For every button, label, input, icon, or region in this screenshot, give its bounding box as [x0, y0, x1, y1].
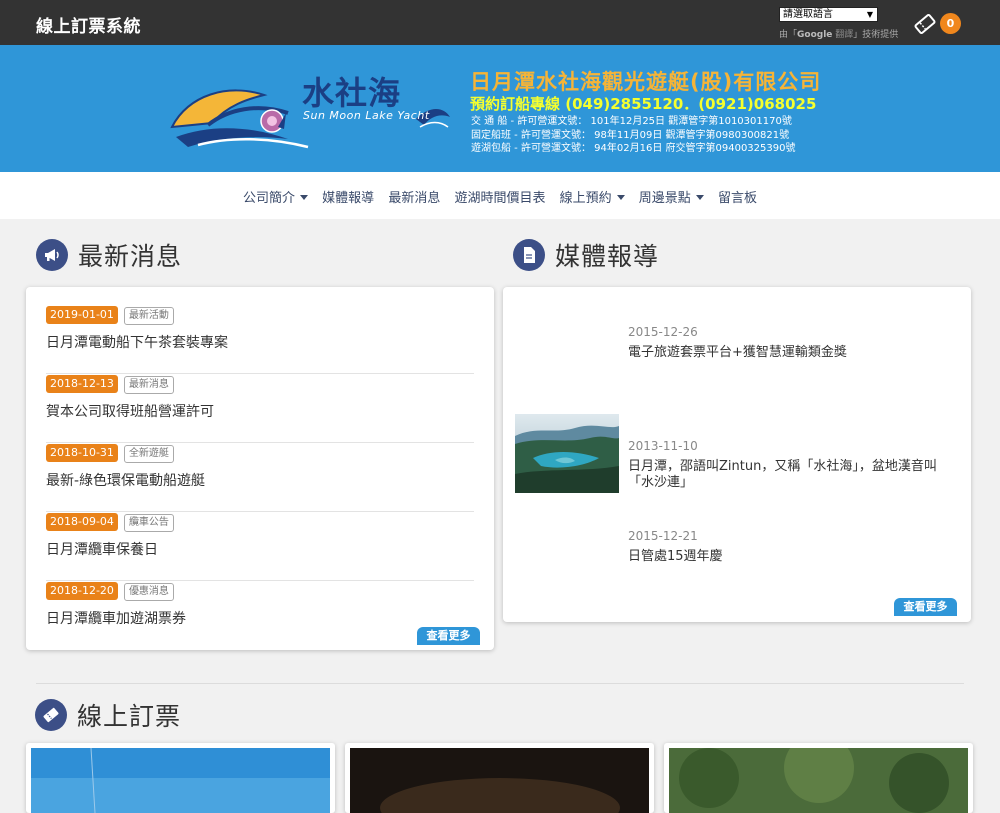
nav-item-schedule-prices[interactable]: 遊湖時間價目表 — [454, 187, 545, 206]
list-item[interactable]: 2015-12-21 日管處15週年慶 — [628, 529, 958, 565]
nav-item-attractions[interactable]: 周邊景點 — [639, 187, 704, 206]
permit-line: 交 通 船 - 許可營運文號： 101年12月25日 觀潭管字第10103011… — [471, 116, 792, 127]
ticket-image[interactable] — [350, 748, 649, 813]
category-badge: 最新活動 — [123, 307, 174, 325]
ticket-card[interactable] — [345, 743, 654, 813]
nav-item-news[interactable]: 最新消息 — [388, 187, 440, 206]
list-item[interactable]: 2019-01-01 最新活動 日月潭電動船下午茶套裝專案 — [46, 303, 474, 374]
top-bar: 線上訂票系統 請選取語言 ▼ 由「Google 翻譯」技術提供 0 — [0, 0, 1000, 45]
online-ticket-title: 線上訂票 — [77, 702, 182, 731]
caret-down-icon — [616, 195, 625, 200]
permit-list: 交 通 船 - 許可營運文號： 101年12月25日 觀潭管字第10103011… — [471, 115, 795, 156]
logo-chinese-name: 水社海 — [302, 74, 402, 112]
nav-item-media[interactable]: 媒體報導 — [322, 187, 374, 206]
section-divider — [36, 683, 964, 684]
permit-line: 遊湖包船 - 許可營運文號： 94年02月16日 府交管字第0940032539… — [471, 143, 796, 154]
logo-english-name: Sun Moon Lake Yacht — [303, 109, 430, 122]
list-item[interactable]: 2018-12-13 最新消息 賀本公司取得班船營運許可 — [46, 372, 474, 443]
document-icon — [513, 239, 545, 271]
site-title[interactable]: 線上訂票系統 — [36, 12, 141, 37]
banner: 水社海 Sun Moon Lake Yacht 日月潭水社海觀光遊艇(股)有限公… — [0, 45, 1000, 172]
ticket-image[interactable] — [31, 748, 330, 813]
language-select-value: 請選取語言 — [783, 9, 833, 20]
megaphone-icon — [36, 239, 68, 271]
date-badge: 2018-10-31 — [46, 444, 118, 462]
news-title[interactable]: 日月潭電動船下午茶套裝專案 — [46, 332, 474, 352]
latest-news-title: 最新消息 — [78, 242, 183, 271]
date-badge: 2018-12-20 — [46, 582, 118, 600]
media-date: 2015-12-21 — [628, 529, 698, 543]
category-badge: 最新消息 — [123, 376, 174, 394]
nav-item-guestbook[interactable]: 留言板 — [718, 187, 757, 206]
booking-hotline: 預約訂船專線 (049)2855120．(0921)068025 — [470, 95, 817, 113]
media-heading: 媒體報導 — [513, 237, 659, 273]
list-item[interactable]: 2015-12-26 電子旅遊套票平台+獲智慧運輸類金獎 — [628, 325, 958, 361]
news-title[interactable]: 日月潭纜車加遊湖票券 — [46, 608, 474, 628]
media-date: 2013-11-10 — [628, 439, 698, 453]
list-item[interactable]: 2013-11-10 日月潭，邵語叫Zintun，又稱「水社海」，盆地漢音叫「水… — [628, 439, 958, 491]
media-title: 媒體報導 — [555, 242, 660, 271]
google-brand[interactable]: Google — [797, 30, 832, 40]
media-more-button[interactable]: 查看更多 — [894, 598, 957, 616]
category-badge: 纜車公告 — [123, 514, 174, 532]
ticket-cart-icon[interactable] — [914, 13, 936, 35]
news-more-button[interactable]: 查看更多 — [417, 627, 480, 645]
permit-line: 固定船班 - 許可營運文號： 98年11月09日 觀潭管字第0980300821… — [471, 129, 790, 141]
category-badge: 優惠消息 — [123, 583, 174, 601]
company-name: 日月潭水社海觀光遊艇(股)有限公司 — [470, 70, 822, 94]
caret-down-icon — [300, 195, 309, 200]
nav-item-booking[interactable]: 線上預約 — [560, 187, 625, 206]
date-badge: 2019-01-01 — [46, 306, 118, 324]
language-select[interactable]: 請選取語言 ▼ — [779, 7, 878, 22]
google-translate-link[interactable]: 翻譯 — [835, 30, 853, 40]
news-title[interactable]: 最新-綠色環保電動船遊艇 — [46, 470, 474, 490]
lake-thumbnail[interactable] — [515, 414, 619, 493]
ticket-icon — [35, 699, 67, 731]
media-date: 2015-12-26 — [628, 325, 698, 339]
media-headline[interactable]: 日管處15週年慶 — [628, 549, 958, 565]
media-card: 2015-12-26 電子旅遊套票平台+獲智慧運輸類金獎 2013-11-10 … — [503, 287, 971, 622]
category-badge: 全新遊艇 — [123, 445, 174, 463]
list-item[interactable]: 2018-10-31 全新遊艇 最新-綠色環保電動船遊艇 — [46, 441, 474, 512]
main-nav: 公司簡介 媒體報導 最新消息 遊湖時間價目表 線上預約 周邊景點 留言板 — [0, 172, 1000, 219]
latest-news-heading: 最新消息 — [36, 237, 182, 273]
news-title[interactable]: 賀本公司取得班船營運許可 — [46, 401, 474, 421]
latest-news-card: 2019-01-01 最新活動 日月潭電動船下午茶套裝專案 2018-12-13 最… — [26, 287, 494, 650]
ticket-image[interactable] — [669, 748, 968, 813]
google-translate-credit: 由「Google 翻譯」技術提供 — [779, 30, 899, 40]
media-headline[interactable]: 電子旅遊套票平台+獲智慧運輸類金獎 — [628, 345, 958, 361]
date-badge: 2018-09-04 — [46, 513, 118, 531]
nav-item-about[interactable]: 公司簡介 — [243, 187, 309, 206]
date-badge: 2018-12-13 — [46, 375, 118, 393]
dropdown-arrow-icon: ▼ — [866, 10, 873, 19]
ticket-card[interactable] — [26, 743, 335, 813]
ticket-card[interactable] — [664, 743, 973, 813]
media-headline[interactable]: 日月潭，邵語叫Zintun，又稱「水社海」，盆地漢音叫「水沙連」 — [628, 459, 958, 491]
list-item[interactable]: 2018-12-20 優惠消息 日月潭纜車加遊湖票券 — [46, 579, 474, 628]
online-ticket-heading: 線上訂票 — [35, 697, 181, 733]
news-title[interactable]: 日月潭纜車保養日 — [46, 539, 474, 559]
caret-down-icon — [695, 195, 704, 200]
cart-count-badge[interactable]: 0 — [940, 13, 961, 34]
list-item[interactable]: 2018-09-04 纜車公告 日月潭纜車保養日 — [46, 510, 474, 581]
